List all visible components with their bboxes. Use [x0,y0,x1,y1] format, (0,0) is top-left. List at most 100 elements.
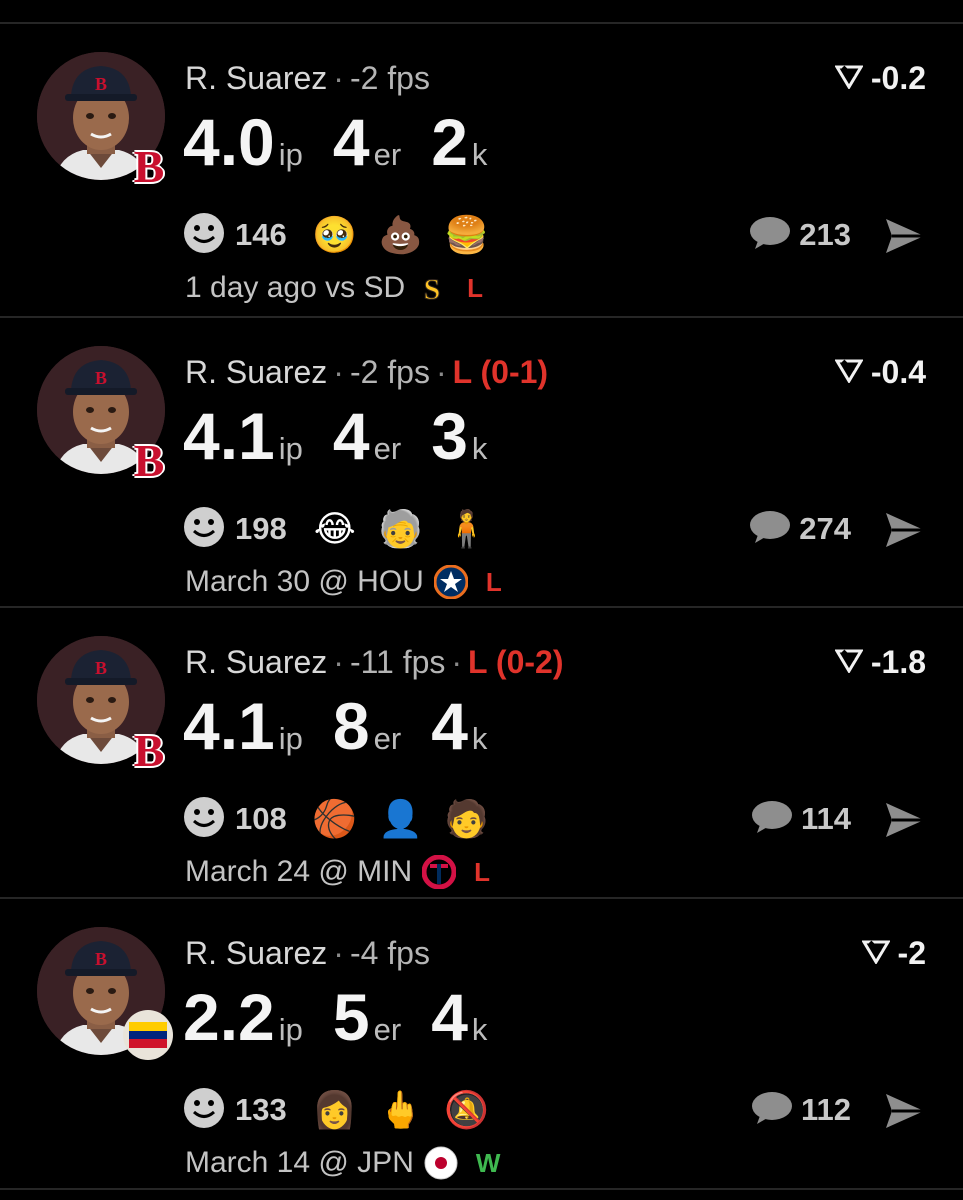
game-info: 1 day ago vs SD S L [185,271,483,305]
game-label: 1 day ago vs SD [185,271,406,304]
decision-record: L (0-2) [468,644,564,680]
game-label: March 24 @ MIN [185,855,413,888]
comments-button[interactable]: 114 [751,796,851,842]
stat-unit: ip [278,431,303,466]
poop-icon[interactable]: 💩 [378,213,423,257]
game-info: March 24 @ MIN L [185,855,490,889]
stat-value: 3 [431,399,468,473]
game-label: March 30 @ HOU [185,565,424,598]
separator: · [451,644,463,680]
post-card[interactable]: B R. Suarez·-4 fps -2 2.2 ip 5 er 4 k [0,899,963,1188]
share-icon[interactable] [883,800,927,840]
score-icon [834,352,864,392]
middle-finger-icon[interactable]: 🖕 [378,1088,423,1132]
smiley-icon[interactable] [183,1087,225,1134]
old-person-cane-icon[interactable]: 🧓 [378,507,423,551]
post-header: R. Suarez · -4 fps [185,933,430,973]
reactions: 133 👩 🖕 🔕 [183,1087,511,1133]
reactions: 198 😂 🧓 🧍 [183,506,511,552]
score-icon [860,933,891,973]
player-name[interactable]: R. Suarez [185,644,327,680]
reaction-count: 198 [235,511,287,546]
fps-value: -2 fps [349,354,430,390]
separator: · [333,60,344,96]
person-portrait-icon[interactable]: 👩 [312,1088,357,1132]
astros-logo-icon [433,565,468,599]
feed: B B R. Suarez · -2 fps -0.2 4.0 ip 4 er 2 … [0,0,963,1200]
player-name[interactable]: R. Suarez [185,935,327,971]
comment-count: 274 [799,511,851,546]
game-outcome: L [474,856,491,887]
share-icon[interactable] [883,1091,927,1131]
person-standing-icon[interactable]: 🧍 [444,507,489,551]
stat-unit: k [471,137,488,172]
stat-unit: er [373,431,402,466]
comments-button[interactable]: 213 [749,212,851,258]
score[interactable]: -0.4 [834,352,926,392]
svg-text:B: B [95,658,107,678]
smiley-icon[interactable] [183,212,225,259]
game-label: March 14 @ JPN [185,1146,414,1179]
separator: · [333,935,344,971]
post-header: R. Suarez · -11 fps · L (0-2) [185,642,563,682]
score[interactable]: -0.2 [834,58,926,98]
stat-unit: ip [278,721,303,756]
stat-value: 4 [431,980,468,1054]
comment-icon [751,799,793,840]
stat-unit: er [373,137,402,172]
svg-text:B: B [95,949,107,969]
basketball-net-icon[interactable]: 🏀 [312,797,357,841]
dark-face-icon[interactable]: 👤 [378,797,423,841]
crying-laughing-icon[interactable]: 😂 [313,507,357,551]
post-card[interactable]: B B R. Suarez · -2 fps -0.2 4.0 ip 4 er 2 … [0,24,963,313]
stat-line: 4.1 ip 8 er 4 k [183,686,517,766]
stat-line: 2.2 ip 5 er 4 k [183,977,517,1057]
score[interactable]: -1.8 [834,642,926,682]
stat-value: 2 [431,105,468,179]
separator: · [435,354,447,390]
score[interactable]: -2 [860,933,926,973]
post-header: R. Suarez · -2 fps · L (0-1) [185,352,548,392]
team-logo-icon: B [133,141,165,192]
team-logo-icon: B [133,725,165,776]
game-outcome: L [467,272,484,303]
post-card[interactable]: B B R. Suarez · -2 fps · L (0-1) -0.4 4.1 ip… [0,318,963,607]
post-card[interactable]: B B R. Suarez · -11 fps · L (0-2) -1.8 4.1 i… [0,608,963,897]
score-value: -2 [897,935,926,971]
stat-unit: er [373,1012,402,1047]
share-icon[interactable] [883,216,927,256]
fps-value: -2 fps [349,60,430,96]
reactions: 108 🏀 👤 🧑 [183,796,511,842]
comment-count: 213 [799,217,851,252]
svg-text:B: B [95,74,107,94]
stat-line: 4.0 ip 4 er 2 k [183,102,517,182]
comments-button[interactable]: 274 [749,506,851,552]
stat-value: 2.2 [183,980,275,1054]
stat-value: 4.1 [183,399,275,473]
smiley-icon[interactable] [183,506,225,553]
comment-icon [749,215,791,256]
share-icon[interactable] [883,510,927,550]
stat-value: 5 [332,980,370,1054]
stat-unit: er [373,721,402,756]
japan-flag-icon [424,1146,458,1180]
stat-line: 4.1 ip 4 er 3 k [183,396,517,476]
svg-text:S: S [424,273,441,305]
player-name[interactable]: R. Suarez [185,60,327,96]
twins-logo-icon [422,855,457,889]
comment-icon [749,509,791,550]
decision-record: L (0-1) [452,354,549,390]
player-name[interactable]: R. Suarez [185,354,327,390]
comment-count: 112 [800,1092,851,1127]
score-value: -1.8 [870,644,926,680]
portrait-icon[interactable]: 🧑 [444,797,489,841]
reaction-count: 108 [235,801,287,836]
bell-slash-icon[interactable]: 🔕 [444,1088,489,1132]
smiley-icon[interactable] [183,796,225,843]
comments-button[interactable]: 112 [751,1087,851,1133]
hamburger-icon[interactable]: 🍔 [444,213,489,257]
game-outcome: W [475,1147,501,1178]
stat-value: 4 [332,399,370,473]
game-outcome: L [485,566,502,597]
relieved-tear-face-icon[interactable]: 🥹 [312,213,357,257]
